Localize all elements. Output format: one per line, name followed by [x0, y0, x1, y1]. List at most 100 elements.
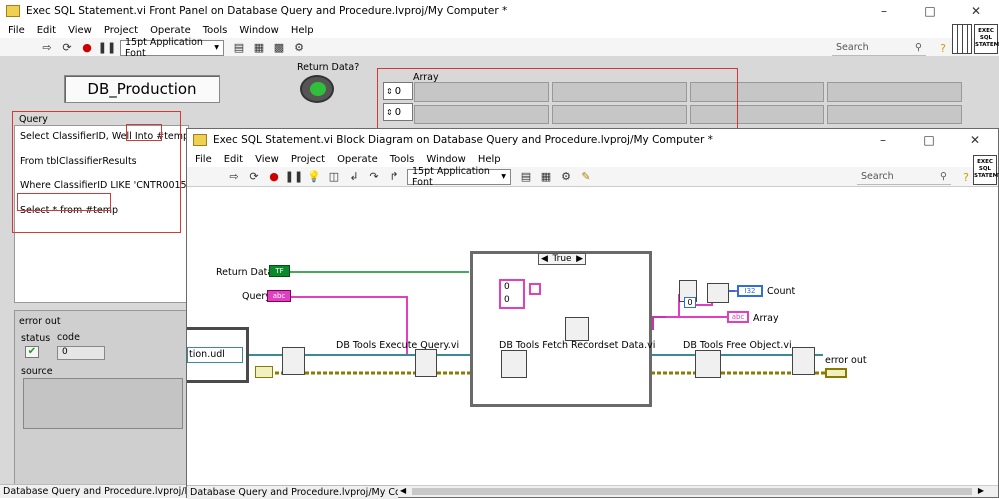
menu-view[interactable]: View [68, 25, 92, 36]
code-field[interactable]: 0 [57, 346, 105, 360]
return-data-led[interactable] [300, 75, 334, 103]
vi-icon[interactable]: EXEC SQL STATEMT [974, 24, 999, 54]
query-terminal[interactable]: abc [267, 290, 291, 302]
run-continuously-icon[interactable]: ⟳ [58, 40, 76, 56]
db-open-connection-node[interactable] [282, 347, 305, 375]
index-array-node[interactable] [707, 283, 729, 303]
front-panel-search[interactable]: Search ⚲ [832, 40, 926, 56]
array-cell[interactable] [827, 82, 962, 102]
array-terminal[interactable]: abc [727, 311, 749, 323]
search-icon: ⚲ [915, 42, 922, 53]
step-out-icon[interactable]: ↱ [385, 169, 403, 185]
retain-wire-values-icon[interactable]: ◫ [325, 169, 343, 185]
index-constant[interactable]: 0 [684, 297, 696, 308]
distribute-objects-icon[interactable]: ▦ [537, 169, 555, 185]
distribute-objects-icon[interactable]: ▦ [250, 40, 268, 56]
highlight-execution-icon[interactable]: 💡 [305, 169, 323, 185]
resize-objects-icon[interactable]: ▩ [270, 40, 288, 56]
menu-project[interactable]: Project [104, 25, 138, 36]
minimize-button[interactable]: – [861, 0, 907, 22]
step-into-icon[interactable]: ↲ [345, 169, 363, 185]
menu-edit[interactable]: Edit [224, 154, 243, 165]
front-panel-title: Exec SQL Statement.vi Front Panel on Dat… [26, 5, 508, 17]
db-name-control[interactable]: DB_Production [64, 75, 220, 103]
abort-icon[interactable]: ● [265, 169, 283, 185]
close-button[interactable]: ✕ [953, 0, 999, 22]
maximize-button[interactable]: □ [906, 129, 952, 151]
chevron-down-icon: ▾ [214, 42, 219, 53]
vi-icon[interactable]: EXEC SQL STATEMT [973, 155, 999, 185]
reorder-icon[interactable]: ⚙ [557, 169, 575, 185]
db-fetch-recordset-node[interactable] [501, 350, 527, 378]
empty-variant-constant[interactable] [529, 283, 541, 295]
udl-path-constant[interactable]: tion.udl [187, 347, 243, 363]
connector-pane-icon[interactable] [952, 24, 972, 54]
minimize-button[interactable]: – [860, 129, 906, 151]
db-close-connection-node[interactable] [792, 347, 815, 375]
case-selector-value: True [552, 254, 572, 264]
menu-tools[interactable]: Tools [203, 25, 228, 36]
menu-view[interactable]: View [255, 154, 279, 165]
search-placeholder: Search [861, 171, 894, 182]
font-select-value: 15pt Application Font [412, 165, 490, 188]
scroll-thumb[interactable] [412, 488, 972, 495]
run-continuously-icon[interactable]: ⟳ [245, 169, 263, 185]
menu-edit[interactable]: Edit [37, 25, 56, 36]
step-over-icon[interactable]: ↷ [365, 169, 383, 185]
search-icon: ⚲ [940, 171, 947, 182]
menu-help[interactable]: Help [291, 25, 314, 36]
menu-window[interactable]: Window [426, 154, 465, 165]
source-field[interactable] [23, 378, 183, 429]
run-arrow-icon[interactable]: ⇨ [38, 40, 56, 56]
scroll-right-icon[interactable]: ▶ [978, 486, 984, 495]
front-panel-titlebar: Exec SQL Statement.vi Front Panel on Dat… [0, 0, 999, 22]
abort-icon[interactable]: ● [78, 40, 96, 56]
font-select[interactable]: 15pt Application Font ▾ [120, 37, 224, 59]
menu-window[interactable]: Window [239, 25, 278, 36]
pause-icon[interactable]: ❚❚ [285, 169, 303, 185]
db-execute-query-node[interactable] [415, 349, 437, 377]
bounds-const-2: 0 [504, 295, 510, 305]
block-diagram-title: Exec SQL Statement.vi Block Diagram on D… [213, 134, 713, 146]
block-diagram-window: Exec SQL Statement.vi Block Diagram on D… [186, 128, 999, 499]
led-light [310, 82, 326, 96]
font-select[interactable]: 15pt Application Font ▾ [407, 165, 511, 188]
menu-file[interactable]: File [195, 154, 212, 165]
reorder-icon[interactable]: ⚙ [290, 40, 308, 56]
help-icon[interactable]: ? [934, 40, 952, 56]
clean-up-diagram-icon[interactable]: ✎ [577, 169, 595, 185]
count-terminal[interactable]: I32 [737, 285, 763, 297]
scroll-left-icon[interactable]: ◀ [400, 486, 406, 495]
menu-help[interactable]: Help [478, 154, 501, 165]
menu-file[interactable]: File [8, 25, 25, 36]
menu-project[interactable]: Project [291, 154, 325, 165]
db-free-object-node[interactable] [695, 350, 721, 378]
bounds-constant[interactable]: 0 0 [499, 279, 525, 309]
array-cell[interactable] [827, 104, 962, 124]
pause-icon[interactable]: ❚❚ [98, 40, 116, 56]
maximize-button[interactable]: □ [907, 0, 953, 22]
menu-operate[interactable]: Operate [337, 154, 378, 165]
menu-tools[interactable]: Tools [390, 154, 415, 165]
case-selector[interactable]: ◀ True ▶ [538, 253, 586, 265]
error-out-terminal[interactable] [825, 368, 847, 378]
align-objects-icon[interactable]: ▤ [517, 169, 535, 185]
run-arrow-icon[interactable]: ⇨ [225, 169, 243, 185]
menu-operate[interactable]: Operate [150, 25, 191, 36]
error-in-constant[interactable] [255, 366, 273, 378]
exec-query-caption: DB Tools Execute Query.vi [336, 340, 460, 351]
index-const-value: 0 [687, 298, 693, 307]
return-data-term-text: TF [275, 267, 284, 275]
vi-icon-text: EXEC SQL STATEMT [975, 28, 999, 48]
return-data-terminal[interactable]: TF [269, 265, 290, 277]
highlight-select-temp [17, 193, 111, 211]
close-button[interactable]: ✕ [952, 129, 998, 151]
search-placeholder: Search [836, 42, 869, 53]
align-objects-icon[interactable]: ▤ [230, 40, 248, 56]
variant-to-data-node[interactable] [565, 317, 589, 341]
block-diagram-search[interactable]: Search ⚲ [857, 169, 951, 185]
case-right-arrow-icon: ▶ [576, 254, 583, 264]
horizontal-scrollbar[interactable]: ◀ ▶ [398, 485, 998, 497]
status-check-icon[interactable]: ✔ [25, 346, 39, 358]
highlight-array [377, 68, 738, 134]
